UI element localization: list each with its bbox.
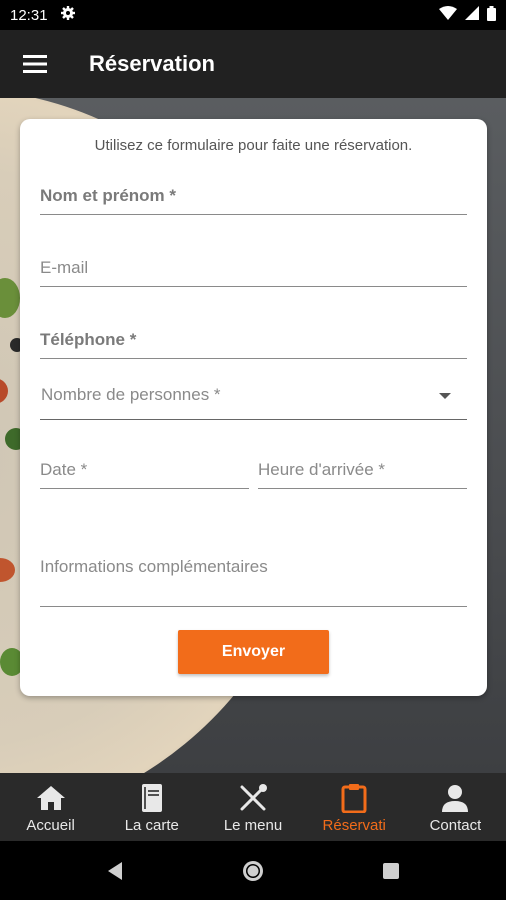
person-icon bbox=[440, 782, 470, 814]
additional-info-field-label: Informations complémentaires bbox=[40, 557, 268, 576]
back-triangle-icon bbox=[108, 861, 122, 880]
clipboard-icon bbox=[340, 782, 368, 814]
additional-info-field[interactable]: Informations complémentaires bbox=[40, 539, 467, 607]
date-field[interactable]: Date * bbox=[40, 451, 249, 489]
send-button[interactable]: Envoyer bbox=[178, 630, 329, 674]
arrival-time-field[interactable]: Heure d'arrivée * bbox=[258, 451, 467, 489]
name-field[interactable]: Nom et prénom * bbox=[40, 177, 467, 215]
battery-icon bbox=[487, 5, 496, 25]
recents-button[interactable] bbox=[376, 856, 406, 886]
form-intro-text: Utilisez ce formulaire pour faite une ré… bbox=[94, 137, 413, 154]
nav-item-le-menu[interactable]: Le menu bbox=[202, 773, 303, 841]
persons-select[interactable]: Nombre de personnes * bbox=[40, 369, 467, 420]
nav-label-contact: Contact bbox=[429, 817, 482, 834]
phone-field-label: Téléphone * bbox=[40, 330, 137, 349]
page-title: Réservation bbox=[89, 51, 215, 76]
nav-item-reservation[interactable]: Réservati bbox=[304, 773, 405, 841]
hamburger-menu-icon bbox=[23, 55, 47, 73]
email-field[interactable]: E-mail bbox=[40, 249, 467, 287]
signal-icon bbox=[465, 6, 479, 24]
home-icon bbox=[36, 782, 66, 814]
back-button[interactable] bbox=[100, 856, 130, 886]
home-button[interactable] bbox=[238, 856, 268, 886]
utensils-icon bbox=[238, 782, 268, 814]
app-bar: Réservation bbox=[0, 30, 506, 98]
name-field-label: Nom et prénom * bbox=[40, 186, 177, 205]
settings-gear-icon bbox=[60, 5, 76, 25]
recents-square-icon bbox=[383, 862, 399, 879]
phone-field[interactable]: Téléphone * bbox=[40, 321, 467, 359]
bottom-navigation: Accueil La carte Le menu Réservati Conta… bbox=[0, 773, 506, 841]
book-icon bbox=[140, 782, 164, 814]
menu-button[interactable] bbox=[0, 30, 70, 98]
persons-select-label: Nombre de personnes * bbox=[41, 385, 221, 404]
nav-item-accueil[interactable]: Accueil bbox=[0, 773, 101, 841]
system-navigation-bar bbox=[0, 841, 506, 900]
date-field-label: Date * bbox=[40, 460, 88, 479]
nav-label-le-menu: Le menu bbox=[223, 817, 283, 834]
nav-label-accueil: Accueil bbox=[26, 817, 75, 834]
status-bar: 12:31 bbox=[0, 0, 506, 30]
wifi-icon bbox=[439, 6, 457, 24]
home-circle-icon bbox=[243, 860, 263, 881]
nav-label-reservation: Réservati bbox=[322, 817, 386, 834]
dropdown-arrow-icon bbox=[439, 393, 451, 399]
nav-item-la-carte[interactable]: La carte bbox=[101, 773, 202, 841]
email-field-label: E-mail bbox=[40, 258, 89, 277]
status-time: 12:31 bbox=[10, 6, 48, 24]
nav-item-contact[interactable]: Contact bbox=[405, 773, 506, 841]
reservation-form-card: Utilisez ce formulaire pour faite une ré… bbox=[20, 119, 487, 696]
arrival-time-field-label: Heure d'arrivée * bbox=[258, 460, 386, 479]
nav-label-la-carte: La carte bbox=[124, 817, 179, 834]
